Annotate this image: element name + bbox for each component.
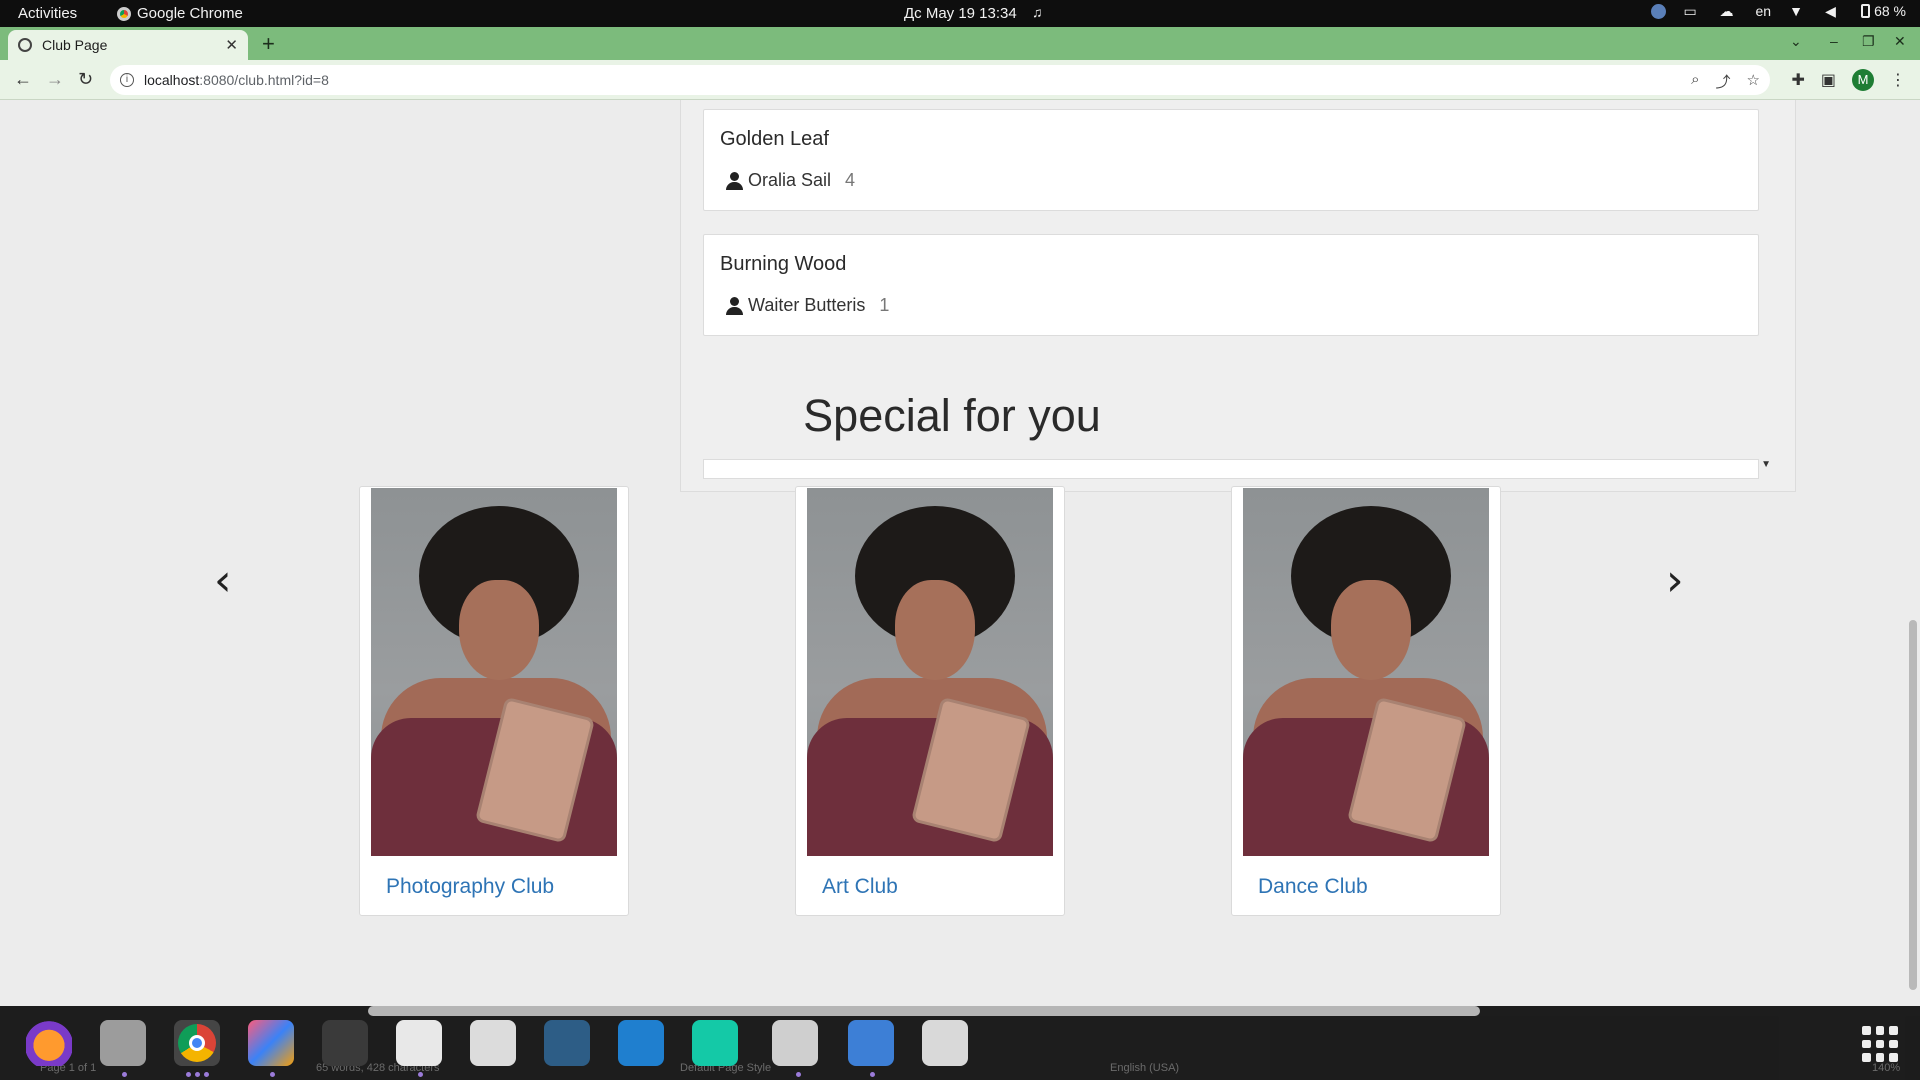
language-indicator[interactable]: en [1756, 3, 1772, 19]
intellij-icon[interactable] [248, 1020, 294, 1066]
screen-icon: ▭ [1683, 3, 1697, 19]
url-host: localhost [144, 72, 200, 88]
share-icon[interactable]: ⤴ [1716, 71, 1731, 92]
firefox-icon[interactable] [26, 1020, 72, 1066]
tab-strip: Club Page ✕ [0, 27, 1920, 60]
status-lang: English (USA) [1110, 1062, 1180, 1074]
app-menu[interactable]: Google Chrome [117, 5, 243, 22]
dock: Page 1 of 1 65 words, 428 characters Def… [0, 1006, 1920, 1080]
url-path: :8080/club.html?id=8 [199, 72, 329, 88]
status-zoom: 140% [1872, 1062, 1901, 1074]
reload-icon[interactable]: ↻ [78, 69, 93, 90]
globe-icon [1650, 3, 1666, 19]
section-title: Special for you [803, 390, 1101, 441]
battery-level: 68 % [1874, 3, 1906, 19]
document-viewer-icon[interactable] [470, 1020, 516, 1066]
java-app-icon[interactable] [772, 1020, 818, 1066]
tab-club-page[interactable]: Club Page ✕ [8, 30, 248, 60]
book-card[interactable]: Burning Wood Waiter Butteris 1 [703, 234, 1759, 336]
chevron-left-icon[interactable]: ‹ [214, 555, 232, 606]
book-title: Burning Wood [720, 253, 847, 275]
vertical-scrollbar[interactable] [1906, 100, 1920, 1006]
close-icon[interactable]: ✕ [225, 36, 238, 54]
new-tab-button[interactable]: + [262, 31, 275, 57]
address-bar[interactable]: i localhost :8080/club.html?id=8 ⌕ ⤴ ☆ [110, 65, 1770, 95]
browser-toolbar: ← → ↻ i localhost :8080/club.html?id=8 ⌕… [0, 60, 1920, 100]
club-link[interactable]: Photography Club [386, 875, 554, 899]
battery-indicator: 68 % [1861, 3, 1906, 19]
activities-button[interactable]: Activities [18, 5, 77, 22]
back-icon[interactable]: ← [14, 69, 32, 90]
vscode-icon[interactable] [618, 1020, 664, 1066]
tab-title: Club Page [42, 37, 108, 53]
app-grid-icon[interactable] [1862, 1026, 1898, 1062]
webstorm-icon[interactable] [692, 1020, 738, 1066]
book-author: Waiter Butteris [748, 295, 866, 315]
volume-icon: ◀ [1825, 3, 1836, 19]
mysql-workbench-icon[interactable] [544, 1020, 590, 1066]
site-info-icon[interactable]: i [120, 73, 134, 87]
zoom-icon[interactable]: ⌕ [1691, 71, 1699, 92]
chrome-icon[interactable] [174, 1020, 220, 1066]
club-card[interactable]: Dance Club [1231, 486, 1501, 916]
club-photo[interactable] [1243, 488, 1489, 856]
extensions-icon[interactable]: ✚ [1791, 70, 1804, 90]
club-link[interactable]: Dance Club [1258, 875, 1368, 899]
terminal-icon[interactable] [322, 1020, 368, 1066]
forward-icon[interactable]: → [46, 69, 64, 90]
tray-app-icon: ☁ [1719, 3, 1734, 19]
club-photo[interactable] [807, 488, 1053, 856]
book-author: Oralia Sail [748, 170, 832, 190]
book-card-partial[interactable] [703, 459, 1759, 479]
horizontal-scrollbar[interactable] [368, 1006, 1480, 1016]
book-count: 1 [879, 295, 890, 315]
person-icon [726, 296, 743, 315]
system-tray[interactable]: ▭ ☁ en ▼ ◀ 68 % [1650, 3, 1906, 19]
scroll-down-arrow-icon[interactable]: ▼ [1761, 459, 1771, 470]
sidepanel-icon[interactable]: ▣ [1821, 70, 1836, 90]
battery-icon [1861, 4, 1871, 18]
libreoffice-writer-icon[interactable] [848, 1020, 894, 1066]
club-card[interactable]: Photography Club [359, 486, 629, 916]
avatar[interactable]: M [1852, 69, 1874, 91]
club-photo[interactable] [371, 488, 617, 856]
chrome-icon [117, 6, 131, 21]
restore-button[interactable]: ❐ [1862, 33, 1875, 50]
book-count: 4 [845, 170, 856, 190]
menu-icon[interactable]: ⋮ [1890, 70, 1906, 90]
text-editor-icon[interactable] [396, 1020, 442, 1066]
club-link[interactable]: Art Club [822, 875, 898, 899]
person-icon [726, 171, 743, 190]
wifi-icon: ▼ [1789, 3, 1803, 19]
files-icon[interactable] [100, 1020, 146, 1066]
scrollbar-thumb[interactable] [1909, 620, 1917, 990]
trash-icon[interactable] [922, 1020, 968, 1066]
book-card[interactable]: Golden Leaf Oralia Sail 4 [703, 109, 1759, 211]
minimize-button[interactable]: – [1830, 33, 1838, 49]
club-card[interactable]: Art Club [795, 486, 1065, 916]
chevron-right-icon[interactable]: › [1666, 555, 1684, 606]
window-close-button[interactable]: ✕ [1894, 33, 1906, 50]
clock[interactable]: Дс May 19 13:34 [904, 5, 1017, 22]
system-top-bar: Activities Google Chrome Дс May 19 13:34… [0, 0, 1920, 27]
page-viewport: Golden Leaf Oralia Sail 4 Burning Wood W… [0, 100, 1920, 1006]
star-icon[interactable]: ☆ [1747, 71, 1760, 92]
book-title: Golden Leaf [720, 128, 829, 150]
chevron-down-icon[interactable]: ⌄ [1790, 33, 1802, 50]
globe-icon [18, 38, 32, 52]
bell-off-icon: ♫ [1032, 4, 1043, 20]
app-name: Google Chrome [137, 5, 243, 22]
